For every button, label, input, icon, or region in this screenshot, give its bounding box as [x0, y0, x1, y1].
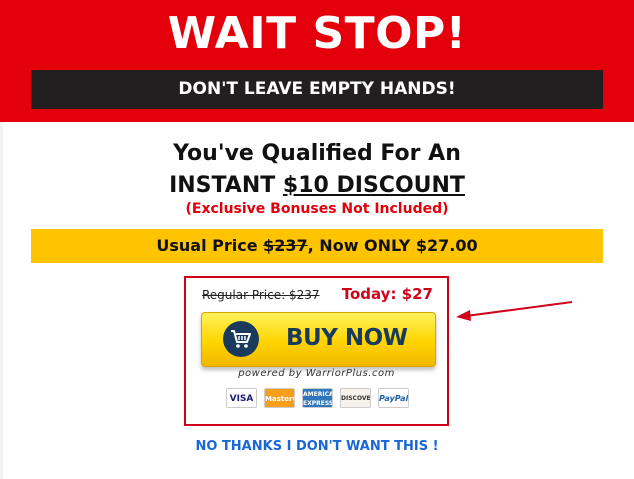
qualified-text: You've Qualified For An INSTANT $10 DISC… [0, 138, 634, 202]
exclusive-note: (Exclusive Bonuses Not Included) [185, 201, 449, 217]
mastercard-icon: MasterCard [264, 388, 295, 408]
discover-card-icon: DISCOVER [340, 388, 371, 408]
price-bar: Usual Price $237, Now ONLY $27.00 [31, 229, 603, 263]
buy-now-label: BUY NOW [286, 325, 408, 351]
subheadline-bar: DON'T LEAVE EMPTY HANDS! [31, 70, 603, 109]
regular-price: Regular Price: $237 [202, 288, 320, 302]
paypal-icon: PayPal [378, 388, 409, 408]
no-thanks-link[interactable]: NO THANKS I DON'T WANT THIS ! [0, 439, 634, 454]
payment-cards: VISA MasterCard AMERICAN EXPRESS DISCOVE… [226, 388, 416, 410]
discount-popup: WAIT STOP! DON'T LEAVE EMPTY HANDS! You'… [0, 0, 634, 479]
buy-box: Regular Price: $237 Today: $27 BUY NOW p… [184, 276, 449, 426]
old-price: $237 [263, 236, 308, 255]
shopping-cart-icon [223, 321, 259, 357]
qualified-line-2: INSTANT $10 DISCOUNT [0, 170, 634, 202]
powered-by-text: powered by WarriorPlus.com [238, 368, 395, 379]
pointer-arrow-icon [456, 301, 573, 321]
amex-card-icon: AMERICAN EXPRESS [302, 388, 333, 408]
headline: WAIT STOP! [167, 8, 467, 59]
price-suffix: , Now ONLY $27.00 [307, 236, 478, 255]
price-prefix: Usual Price [156, 236, 264, 255]
today-price: Today: $27 [341, 285, 433, 303]
discount-amount: $10 DISCOUNT [282, 173, 465, 198]
discount-prefix: INSTANT [169, 173, 283, 198]
qualified-line-1: You've Qualified For An [173, 141, 461, 166]
buy-now-button[interactable]: BUY NOW [201, 312, 436, 367]
visa-card-icon: VISA [226, 388, 257, 408]
